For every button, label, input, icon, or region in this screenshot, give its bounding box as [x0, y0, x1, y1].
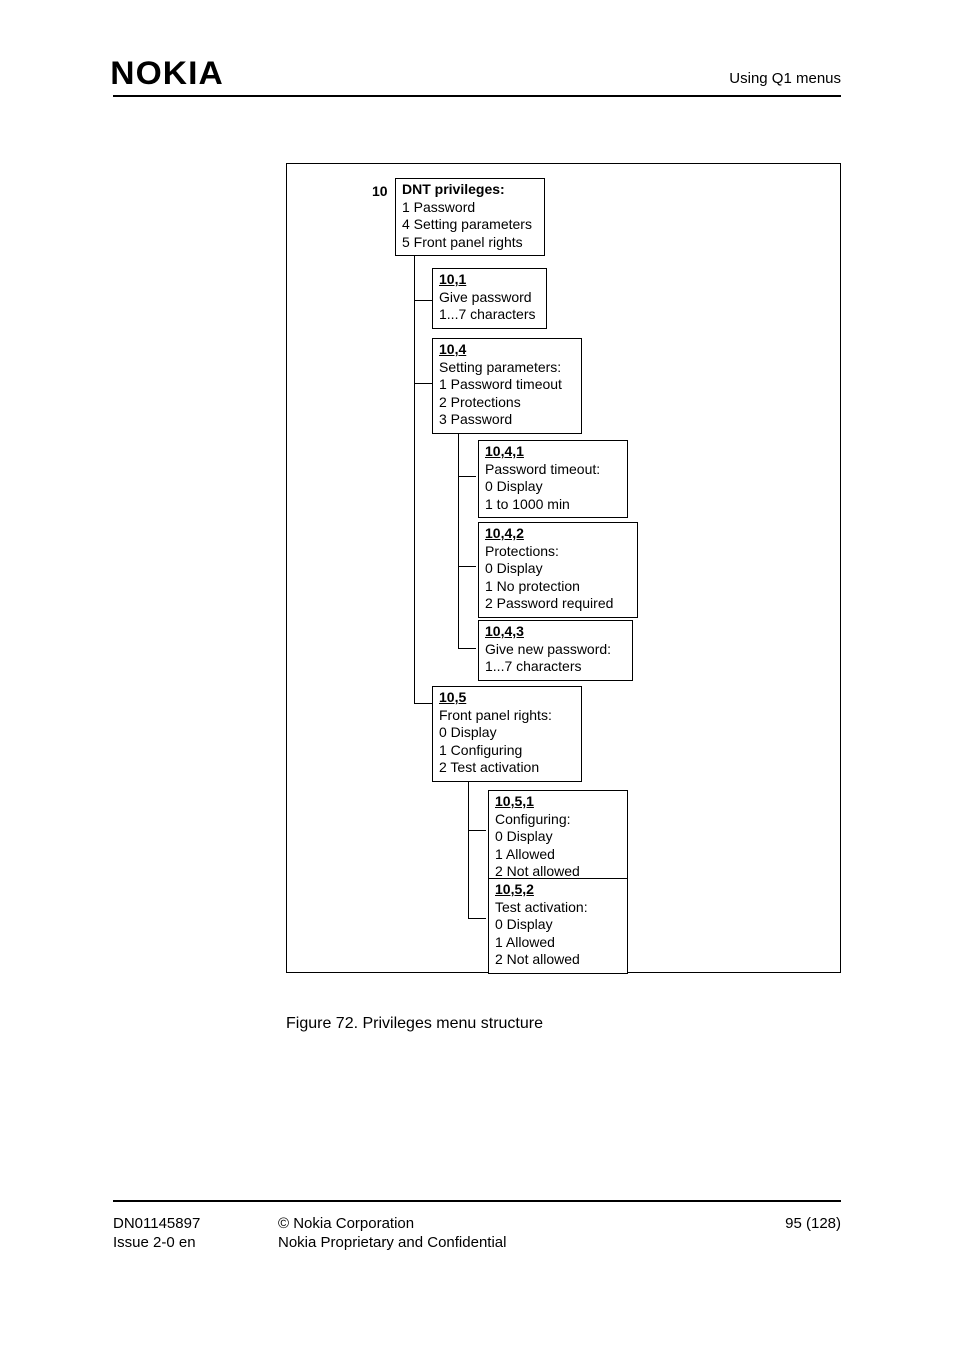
text: 4 Setting parameters — [402, 216, 538, 234]
footer-rule — [113, 1200, 841, 1202]
node-10-4-3-title: 10,4,3 — [485, 623, 626, 641]
text: 0 Display — [439, 724, 575, 742]
text: Password timeout: — [485, 461, 621, 479]
node-10-4-title: 10,4 — [439, 341, 575, 359]
text: 0 Display — [495, 916, 621, 934]
brand-logo: NOKIA — [110, 55, 224, 92]
text: 1 Password timeout — [439, 376, 575, 394]
node-number-10: 10 — [372, 183, 388, 199]
connector — [458, 434, 459, 649]
connector — [468, 782, 469, 918]
connector — [414, 300, 432, 301]
node-10-4-3: 10,4,3 Give new password: 1...7 characte… — [478, 620, 633, 681]
node-10: DNT privileges: 1 Password 4 Setting par… — [395, 178, 545, 256]
figure-caption: Figure 72. Privileges menu structure — [286, 1015, 543, 1033]
connector — [414, 383, 432, 384]
header-rule — [113, 95, 841, 97]
text: 1 Password — [402, 199, 538, 217]
text: Configuring: — [495, 811, 621, 829]
text: 2 Password required — [485, 595, 631, 613]
node-10-5-2-title: 10,5,2 — [495, 881, 621, 899]
text: 2 Test activation — [439, 759, 575, 777]
text: Setting parameters: — [439, 359, 575, 377]
text: 1 Allowed — [495, 934, 621, 952]
node-10-5: 10,5 Front panel rights: 0 Display 1 Con… — [432, 686, 582, 782]
node-10-1: 10,1 Give password 1...7 characters — [432, 268, 547, 329]
node-10-5-2: 10,5,2 Test activation: 0 Display 1 Allo… — [488, 878, 628, 974]
text: 1 Allowed — [495, 846, 621, 864]
node-10-4-1: 10,4,1 Password timeout: 0 Display 1 to … — [478, 440, 628, 518]
footer-confidential: Nokia Proprietary and Confidential — [278, 1234, 506, 1251]
text: 2 Not allowed — [495, 951, 621, 969]
node-10-5-1: 10,5,1 Configuring: 0 Display 1 Allowed … — [488, 790, 628, 886]
footer-page-number: 95 (128) — [785, 1215, 841, 1232]
text: 1 Configuring — [439, 742, 575, 760]
node-10-4: 10,4 Setting parameters: 1 Password time… — [432, 338, 582, 434]
text: Give password — [439, 289, 540, 307]
text: Protections: — [485, 543, 631, 561]
footer-copyright: © Nokia Corporation — [278, 1215, 414, 1232]
text: 0 Display — [485, 560, 631, 578]
footer-issue: Issue 2-0 en — [113, 1234, 196, 1251]
node-10-1-title: 10,1 — [439, 271, 540, 289]
connector — [468, 918, 486, 919]
node-10-4-2: 10,4,2 Protections: 0 Display 1 No prote… — [478, 522, 638, 618]
text: 1 to 1000 min — [485, 496, 621, 514]
text: Front panel rights: — [439, 707, 575, 725]
node-10-title: DNT privileges: — [402, 181, 538, 199]
header-section-title: Using Q1 menus — [729, 70, 841, 87]
connector — [468, 830, 486, 831]
text: 0 Display — [485, 478, 621, 496]
text: Test activation: — [495, 899, 621, 917]
connector — [414, 703, 432, 704]
text: 0 Display — [495, 828, 621, 846]
connector — [458, 648, 476, 649]
text: 2 Protections — [439, 394, 575, 412]
node-10-4-2-title: 10,4,2 — [485, 525, 631, 543]
node-10-5-title: 10,5 — [439, 689, 575, 707]
connector — [414, 256, 415, 704]
footer-doc-id: DN01145897 — [113, 1215, 200, 1232]
text: 1...7 characters — [485, 658, 626, 676]
node-10-5-1-title: 10,5,1 — [495, 793, 621, 811]
text: 3 Password — [439, 411, 575, 429]
text: 5 Front panel rights — [402, 234, 538, 252]
node-10-4-1-title: 10,4,1 — [485, 443, 621, 461]
text: Give new password: — [485, 641, 626, 659]
text: 1...7 characters — [439, 306, 540, 324]
text: 1 No protection — [485, 578, 631, 596]
connector — [458, 566, 476, 567]
connector — [458, 476, 476, 477]
